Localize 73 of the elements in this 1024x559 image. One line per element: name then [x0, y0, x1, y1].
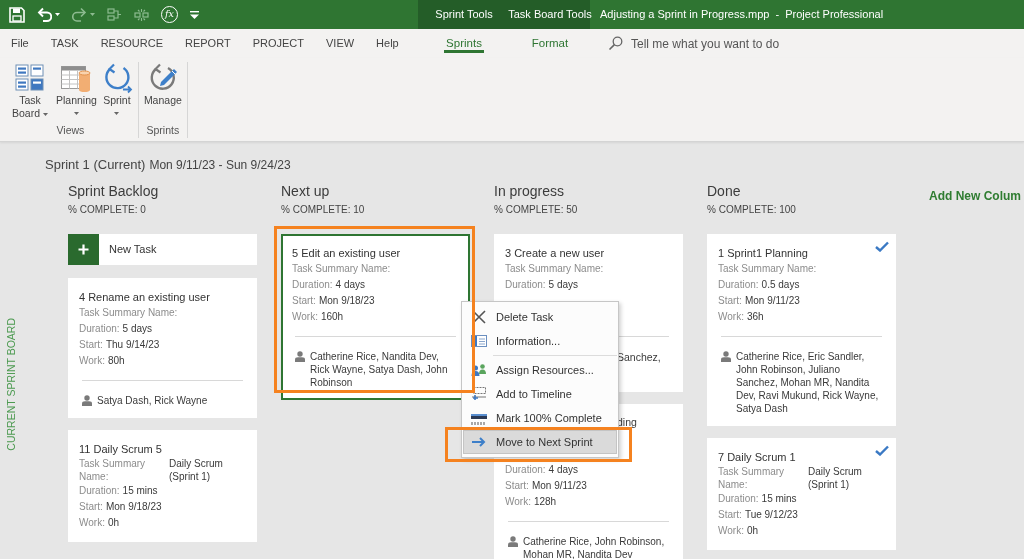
- task-title: 4 Rename an existing user: [79, 290, 211, 305]
- field-label: Task Summary Name:: [718, 465, 786, 491]
- field-label: Task Summary Name:: [292, 263, 391, 274]
- task-title: 5 Edit an existing user: [292, 246, 402, 261]
- field-label: Work:: [718, 525, 744, 536]
- field-label: Duration:: [292, 279, 333, 290]
- field-label: Task Summary Name:: [718, 263, 817, 274]
- percent-complete-label: % COMPLETE: 100: [707, 203, 797, 216]
- field-label: Start:: [505, 480, 529, 491]
- field-value: 0h: [107, 517, 120, 528]
- field-label: Duration:: [79, 323, 120, 334]
- task-title: 1 Sprint1 Planning: [718, 246, 809, 261]
- field-value: 4 days: [548, 464, 579, 475]
- field-value: 4 days: [335, 279, 366, 290]
- field-label: Task Summary Name:: [505, 263, 604, 274]
- field-label: Work:: [79, 355, 105, 366]
- field-value: 160h: [320, 311, 344, 322]
- group-label: Views: [56, 124, 85, 138]
- field-value: 128h: [533, 496, 557, 507]
- board-side-label: CURRENT SPRINT BOARD: [4, 318, 18, 451]
- field-value: 0h: [746, 525, 759, 536]
- field-label: Task Summary Name:: [79, 457, 147, 483]
- percent-complete-label: % COMPLETE: 10: [281, 203, 366, 216]
- task-title: 11 Daily Scrum 5: [79, 442, 163, 457]
- field-value: Thu 9/14/23: [105, 339, 160, 350]
- task-title: 7 Daily Scrum 1: [718, 450, 797, 465]
- field-label: Work:: [505, 496, 531, 507]
- field-label: Start:: [79, 501, 103, 512]
- field-value: Mon 9/18/23: [318, 295, 375, 306]
- field-label: Task Summary Name:: [79, 307, 178, 318]
- field-label: Duration:: [718, 279, 759, 290]
- assigned-people: Catherine Rice, Eric Sandler, John Robinson, Juliano Sanchez, Mohan MR, Nandita Dev, Ravi Mukund, Rick Wayne, Satya Dash: [736, 350, 880, 415]
- column-title: In progress: [494, 182, 566, 200]
- field-label: Start:: [718, 509, 742, 520]
- field-value: 5 days: [548, 279, 579, 290]
- task-title: 3 Create a new user: [505, 246, 606, 261]
- tool-group-label: Task Board Tools: [510, 0, 590, 29]
- tool-group-label: Sprint Tools: [418, 0, 510, 29]
- field-value: 0.5 days: [761, 279, 800, 290]
- field-value: Mon 9/11/23: [744, 295, 800, 306]
- field-label: Work:: [718, 311, 744, 322]
- group-label: Sprints: [146, 124, 180, 138]
- percent-complete-label: % COMPLETE: 0: [68, 203, 147, 216]
- field-value: 5 days: [122, 323, 153, 334]
- field-label: Start:: [718, 295, 742, 306]
- field-label: Start:: [292, 295, 316, 306]
- field-label: Start:: [79, 339, 103, 350]
- field-value: Daily Scrum (Sprint 1): [808, 465, 863, 491]
- field-label: Duration:: [718, 493, 759, 504]
- window-title: Adjusting a Sprint in Progress.mpp - Project Professional: [599, 7, 884, 23]
- assigned-people: Satya Dash, Rick Wayne: [97, 394, 208, 407]
- sprint-dates: Mon 9/11/23 - Sun 9/24/23: [149, 157, 291, 174]
- field-label: Work:: [79, 517, 105, 528]
- column-title: Done: [707, 182, 742, 200]
- column-title: Next up: [281, 182, 331, 200]
- field-value: 15 mins: [122, 485, 158, 496]
- field-value: 15 mins: [761, 493, 797, 504]
- sprint-name: Sprint 1 (Current): [45, 156, 146, 174]
- field-value: Daily Scrum (Sprint 1): [169, 457, 224, 483]
- field-value: Mon 9/11/23: [531, 480, 587, 491]
- field-value: 80h: [107, 355, 125, 366]
- assigned-people: Catherine Rice, John Robinson, Mohan MR, Nandita Dev: [523, 535, 666, 559]
- field-label: Duration:: [79, 485, 120, 496]
- field-value: Tue 9/12/23: [744, 509, 798, 520]
- field-value: 36h: [746, 311, 764, 322]
- field-label: Work:: [292, 311, 318, 322]
- assigned-people: Catherine Rice, Nandita Dev, Rick Wayne, Satya Dash, John Robinson: [310, 350, 449, 389]
- percent-complete-label: % COMPLETE: 50: [494, 203, 579, 216]
- card-text: Sanchez,: [617, 350, 661, 364]
- field-label: Duration:: [505, 464, 546, 475]
- field-value: Mon 9/18/23: [105, 501, 162, 512]
- field-label: Duration:: [505, 279, 546, 290]
- column-title: Sprint Backlog: [68, 182, 160, 200]
